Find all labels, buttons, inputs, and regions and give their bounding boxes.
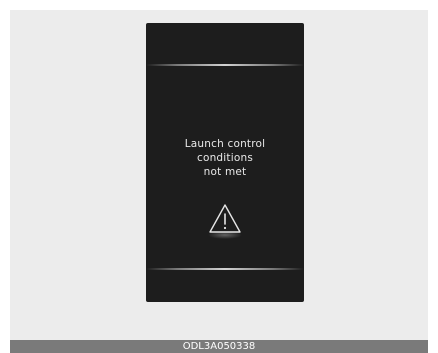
display-bottom-divider <box>146 268 304 270</box>
illustration-panel: Launch control conditions not met <box>10 10 428 340</box>
cluster-display: Launch control conditions not met <box>146 23 304 302</box>
warning-triangle-icon <box>206 201 244 241</box>
figure-code-bar: ODL3A050338 <box>10 340 428 353</box>
message-line-1: Launch control <box>184 138 266 150</box>
display-top-divider <box>146 64 304 66</box>
message-line-3: not met <box>203 166 247 178</box>
launch-control-message: Launch control conditions not met <box>146 137 304 179</box>
message-line-2: conditions <box>196 152 254 164</box>
